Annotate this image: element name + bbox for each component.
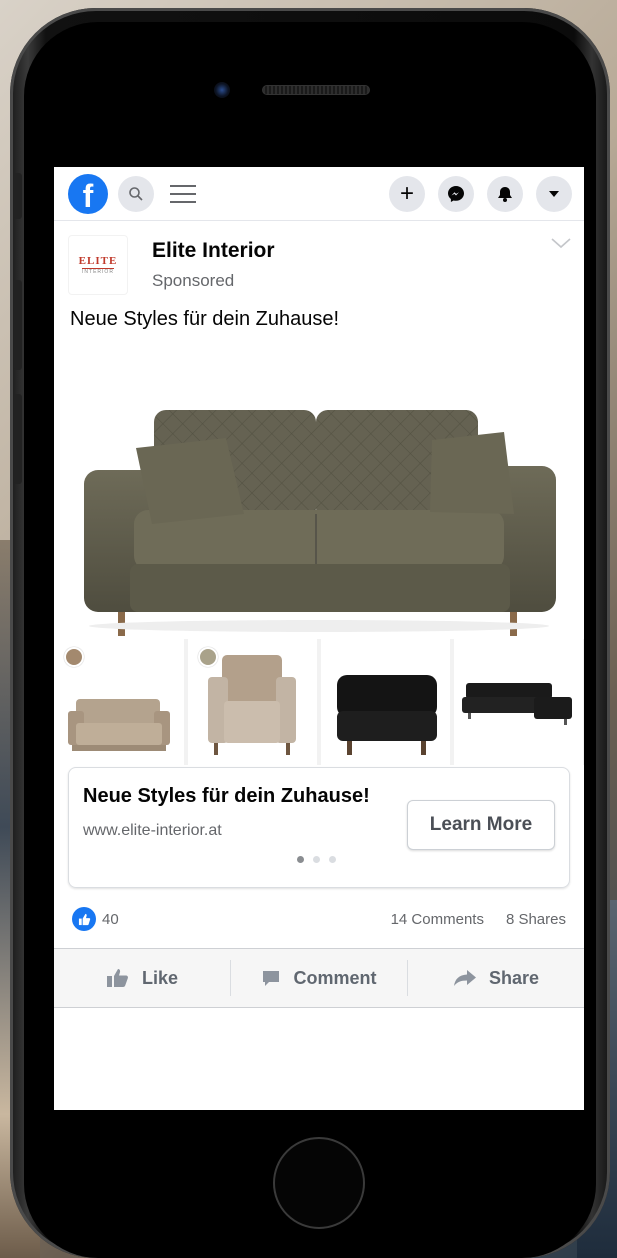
avatar-brand-text: ELITE: [78, 255, 118, 267]
carousel-pagination: [297, 856, 336, 863]
pagination-dot-active[interactable]: [297, 856, 304, 863]
plus-icon: +: [399, 179, 414, 207]
engagement-stats: 40 14 Comments 8 Shares: [54, 890, 584, 948]
sponsored-label[interactable]: Sponsored: [152, 271, 275, 291]
sofa-image: [84, 410, 556, 636]
facebook-screen: f + ELITE INTERIOR Elite Interior Sponso…: [54, 167, 584, 1110]
comment-button[interactable]: Comment: [230, 960, 407, 996]
messenger-button[interactable]: [438, 175, 474, 212]
notifications-button[interactable]: [487, 175, 523, 212]
learn-more-button[interactable]: Learn More: [407, 800, 555, 850]
share-label: Share: [488, 967, 540, 988]
cta-title: Neue Styles für dein Zuhause!: [83, 785, 370, 807]
carousel-item[interactable]: [188, 639, 317, 765]
avatar-sub-text: INTERIOR: [82, 268, 114, 275]
share-icon: [453, 970, 476, 986]
share-count[interactable]: 8 Shares: [506, 911, 566, 928]
facebook-logo[interactable]: f: [68, 173, 108, 214]
pagination-dot[interactable]: [329, 856, 336, 863]
page-avatar[interactable]: ELITE INTERIOR: [68, 235, 128, 295]
search-button[interactable]: [118, 175, 154, 212]
like-count[interactable]: 40: [102, 911, 119, 928]
ottoman-black-image: [337, 675, 437, 755]
front-camera: [214, 82, 230, 98]
top-navigation-bar: f +: [54, 167, 584, 221]
messenger-icon: [448, 185, 464, 202]
notifications-icon: [498, 186, 512, 202]
carousel-item[interactable]: [54, 639, 184, 765]
comment-count[interactable]: 14 Comments: [391, 911, 484, 928]
post-text: Neue Styles für dein Zuhause!: [70, 308, 340, 330]
cta-card[interactable]: Neue Styles für dein Zuhause! www.elite-…: [68, 767, 570, 888]
corner-sofa-black-image: [462, 683, 572, 725]
account-dropdown-button[interactable]: [536, 175, 572, 212]
comment-icon: [263, 971, 280, 986]
earpiece-speaker: [262, 85, 370, 95]
volume-up-button: [14, 280, 22, 370]
like-reaction-icon[interactable]: [72, 907, 96, 931]
post-actions-bar: Like Comment Share: [54, 948, 584, 1008]
comment-label: Comment: [293, 967, 377, 988]
share-button[interactable]: Share: [407, 960, 584, 996]
carousel-item[interactable]: [454, 639, 583, 765]
color-swatch: [64, 647, 84, 667]
search-icon: [129, 186, 143, 201]
mute-switch: [14, 173, 22, 219]
create-button[interactable]: +: [389, 175, 425, 212]
page-name[interactable]: Elite Interior: [152, 239, 275, 263]
color-swatch: [198, 647, 218, 667]
volume-down-button: [14, 394, 22, 484]
like-icon: [106, 969, 128, 987]
hero-product-image[interactable]: [54, 354, 584, 639]
dropdown-icon: [549, 190, 559, 197]
post-header: ELITE INTERIOR Elite Interior Sponsored: [54, 221, 584, 305]
menu-icon[interactable]: [170, 179, 196, 209]
chevron-down-icon[interactable]: [550, 237, 572, 249]
like-button[interactable]: Like: [54, 960, 230, 996]
like-label: Like: [141, 967, 179, 988]
home-button[interactable]: [273, 1137, 365, 1229]
carousel-item[interactable]: [321, 639, 450, 765]
thumbs-up-icon: [78, 913, 90, 925]
pagination-dot[interactable]: [313, 856, 320, 863]
carousel-thumbnails: [54, 639, 584, 765]
